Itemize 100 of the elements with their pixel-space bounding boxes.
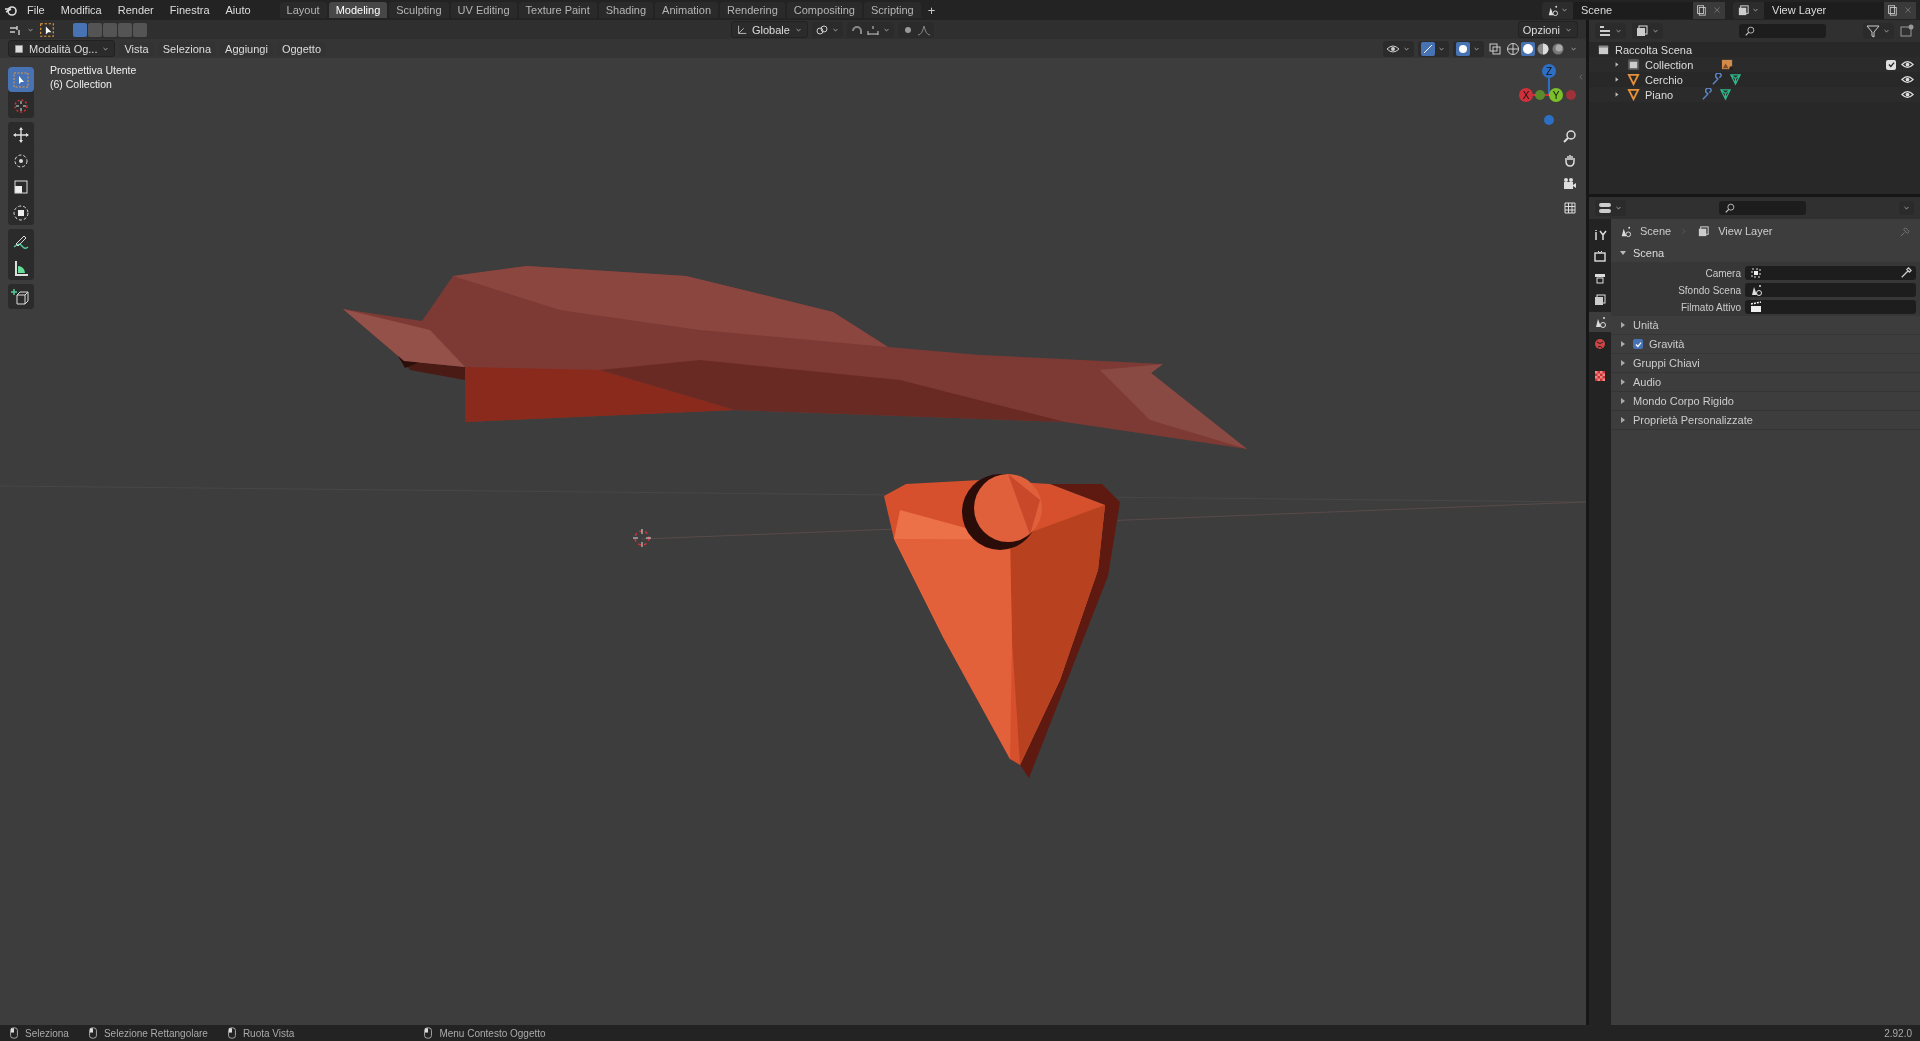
expand-arrow-icon [1619, 416, 1627, 424]
workspace-tab[interactable]: Modeling [328, 2, 388, 18]
scene-icon[interactable] [1546, 3, 1559, 17]
orientation-icon [735, 23, 748, 36]
zoom-icon[interactable] [1563, 129, 1577, 143]
outliner-item[interactable]: Piano [1645, 88, 1674, 101]
camera-icon[interactable] [1563, 177, 1577, 191]
add-workspace-button[interactable]: + [922, 2, 941, 18]
workspace-tab[interactable]: Texture Paint [518, 2, 597, 18]
menu-item[interactable]: Render [110, 2, 161, 18]
grid-icon[interactable] [1563, 201, 1577, 215]
panel-header[interactable]: Gravità [1611, 335, 1920, 354]
menu-item[interactable]: Modifica [53, 2, 109, 18]
panel-header[interactable]: Audio [1611, 373, 1920, 392]
input-field[interactable] [1745, 266, 1916, 280]
eyedropper-icon[interactable] [1900, 267, 1912, 279]
exclude-checkbox[interactable] [1886, 59, 1896, 70]
panel-header[interactable]: Proprietà Personalizzate [1611, 411, 1920, 430]
collection-label: (6) Collection [50, 78, 113, 90]
outliner-item[interactable]: Raccolta Scena [1615, 43, 1693, 56]
camera-object-icon [1749, 266, 1763, 280]
view-layer-icon[interactable] [1737, 3, 1750, 17]
gizmo-toggle-icon[interactable] [1421, 41, 1435, 56]
eye-icon[interactable] [1901, 73, 1914, 86]
search-icon [1744, 25, 1756, 37]
panel-header[interactable]: Gruppi Chiavi [1611, 354, 1920, 373]
mouse-icon [225, 1027, 238, 1039]
panel-header[interactable]: Unità [1611, 316, 1920, 335]
wireframe-shading-icon[interactable] [1506, 41, 1520, 56]
add-cube-icon [11, 286, 31, 307]
field-label: Sfondo Scena [1677, 284, 1741, 296]
mesh-data-icon [1728, 73, 1742, 86]
status-hint: Ruota Vista [242, 1027, 295, 1039]
workspace-tab[interactable]: Layout [279, 2, 327, 18]
workspace-tab[interactable]: Scripting [863, 2, 921, 18]
menu-item[interactable]: Finestra [162, 2, 217, 18]
menu-item[interactable]: Aiuto [218, 2, 258, 18]
search-field[interactable] [1719, 201, 1806, 215]
view-name-label: Prospettiva Utente [50, 64, 137, 76]
workspace-tab[interactable]: UV Editing [450, 2, 517, 18]
panel-header[interactable]: Mondo Corpo Rigido [1611, 392, 1920, 411]
outliner-item[interactable]: Cerchio [1645, 73, 1683, 86]
rendered-shading-icon[interactable] [1551, 41, 1565, 56]
scene-properties-tab[interactable] [1589, 312, 1611, 332]
eye-icon[interactable] [1901, 58, 1914, 71]
gravity-checkbox[interactable] [1633, 339, 1643, 349]
workspace-tab[interactable]: Shading [598, 2, 654, 18]
axis-handle[interactable]: Y [1549, 88, 1563, 102]
eye-icon[interactable] [1901, 88, 1914, 101]
mesh-object-icon [1627, 73, 1640, 86]
overlay-toggle-icon[interactable] [1456, 41, 1470, 56]
editor-type-icon[interactable] [1598, 201, 1612, 215]
selection-mode-button[interactable] [73, 22, 87, 37]
breadcrumb-item: View Layer [1718, 225, 1773, 237]
new-collection-icon[interactable] [1900, 24, 1914, 38]
output-icon [1593, 271, 1607, 285]
hand-icon[interactable] [1563, 153, 1577, 167]
transform-icon [11, 202, 31, 223]
menu-item[interactable]: File [20, 2, 52, 18]
copy-icon[interactable] [1886, 4, 1898, 16]
search-field[interactable] [1739, 24, 1826, 38]
options-dropdown[interactable]: Opzioni [1517, 21, 1578, 38]
workspace-tab[interactable]: Animation [655, 2, 719, 18]
tool-icon [1593, 227, 1607, 241]
workspace-tab[interactable]: Compositing [786, 2, 862, 18]
input-field[interactable] [1745, 283, 1916, 297]
axis-handle[interactable]: X [1519, 88, 1533, 102]
display-mode-icon[interactable] [1598, 24, 1612, 38]
check-icon [1886, 60, 1896, 69]
3d-cursor-icon [632, 528, 652, 548]
mode-dropdown[interactable]: Modalità Og... [8, 40, 116, 57]
mouse-icon [86, 1027, 99, 1039]
select-tool-icon[interactable] [39, 21, 55, 38]
expand-arrow-icon [1619, 340, 1627, 348]
mesh-data-icon [1719, 88, 1733, 101]
view-layer-icon[interactable] [1635, 24, 1649, 38]
filter-icon[interactable] [1866, 24, 1880, 38]
wrench-icon [1701, 88, 1715, 101]
mouse-icon [422, 1027, 435, 1039]
xray-toggle-icon[interactable] [1488, 41, 1502, 56]
collection-icon [1627, 58, 1640, 71]
copy-icon[interactable] [1695, 4, 1707, 16]
breadcrumb-item: Scene [1640, 225, 1672, 237]
select-tool-button[interactable] [8, 67, 34, 92]
transform-orientation-dropdown[interactable]: Globale [730, 21, 808, 38]
expand-arrow-icon [1619, 248, 1627, 257]
add-cube-tool-button[interactable] [8, 284, 34, 309]
input-field[interactable] [1745, 300, 1916, 314]
navigation-gizmo-drawing [1532, 77, 1576, 125]
outliner-item[interactable]: Collection [1645, 58, 1694, 71]
material-shading-icon[interactable] [1536, 41, 1550, 56]
search-icon [1724, 202, 1736, 214]
scene-icon [1593, 315, 1607, 329]
workspace-tab[interactable]: Sculpting [389, 2, 449, 18]
axis-handle[interactable]: Z [1542, 64, 1556, 78]
field-label: Camera [1704, 267, 1741, 279]
workspace-tab[interactable]: Rendering [720, 2, 785, 18]
expand-arrow-icon [1619, 359, 1627, 367]
solid-shading-icon[interactable] [1521, 41, 1535, 56]
pivot-link-icon[interactable] [814, 22, 829, 37]
